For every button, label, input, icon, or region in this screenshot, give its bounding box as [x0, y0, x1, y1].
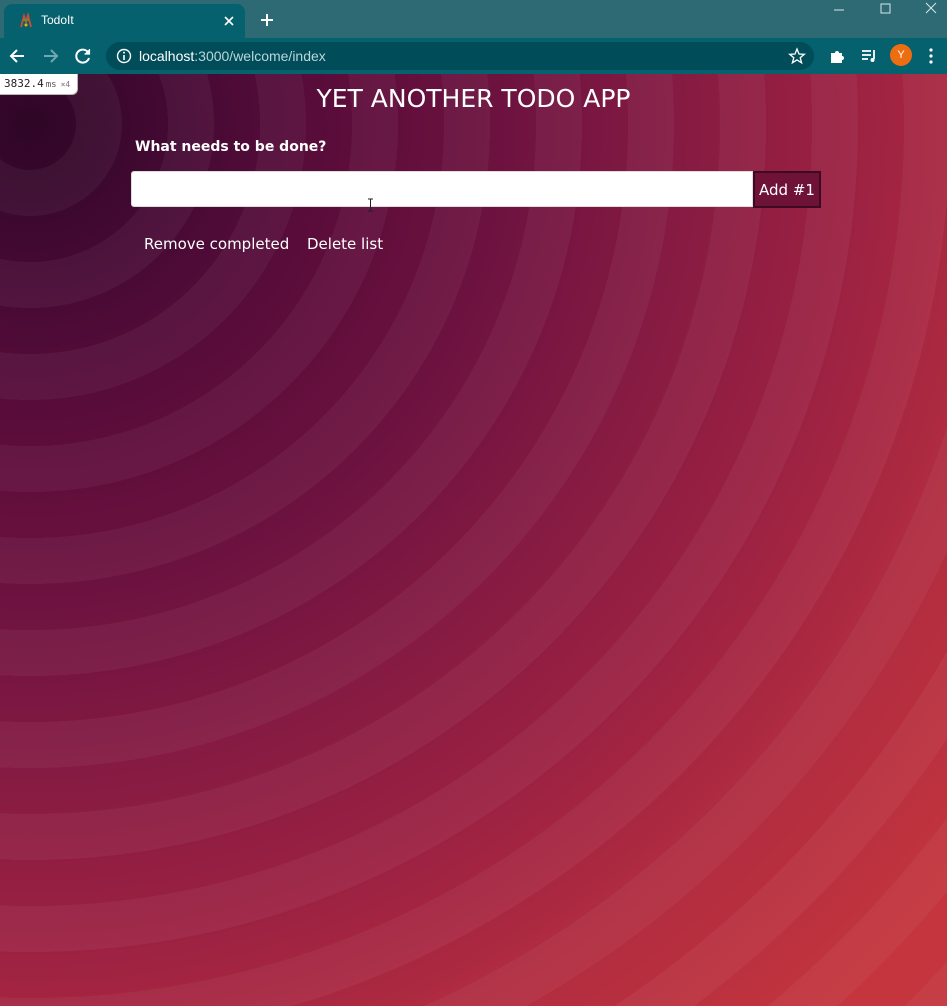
media-queue-icon[interactable] [860, 47, 878, 65]
reload-icon[interactable] [73, 46, 93, 66]
back-arrow-icon[interactable] [8, 46, 28, 66]
remove-completed-link[interactable]: Remove completed [144, 235, 289, 253]
browser-tab-bar: TodoIt [0, 0, 947, 38]
tab-title: TodoIt [41, 13, 74, 27]
address-bar[interactable]: localhost:3000/welcome/index [106, 42, 814, 70]
url-text[interactable]: localhost:3000/welcome/index [139, 48, 326, 64]
text-cursor-icon [368, 198, 373, 212]
close-tab-icon[interactable] [220, 12, 238, 30]
new-tab-plus-icon[interactable] [257, 10, 277, 30]
todoit-favicon-icon [20, 13, 32, 28]
new-todo-input[interactable] [131, 171, 753, 207]
add-todo-button[interactable]: Add #1 [753, 171, 821, 208]
page-viewport: 3832.4 ms ×4 YET ANOTHER TODO APP What nee… [0, 74, 947, 1006]
url-path: :3000/welcome/index [194, 48, 326, 64]
maximize-window-icon[interactable] [877, 2, 895, 16]
new-todo-label: What needs to be done? [135, 139, 327, 155]
more-menu-kebab-icon[interactable] [925, 47, 937, 65]
delete-list-link[interactable]: Delete list [307, 235, 383, 253]
site-info-icon[interactable] [116, 48, 132, 64]
profile-avatar[interactable]: Y [890, 44, 912, 66]
minimize-window-icon[interactable] [830, 2, 848, 16]
close-window-icon[interactable] [922, 2, 940, 16]
url-host: localhost [139, 48, 195, 64]
browser-toolbar: localhost:3000/welcome/index Y [0, 38, 947, 74]
bookmark-star-icon[interactable] [788, 47, 806, 65]
extensions-puzzle-icon[interactable] [828, 47, 846, 65]
page-title: YET ANOTHER TODO APP [316, 84, 631, 113]
forward-arrow-icon[interactable] [40, 46, 60, 66]
browser-tab[interactable]: TodoIt [4, 4, 245, 38]
